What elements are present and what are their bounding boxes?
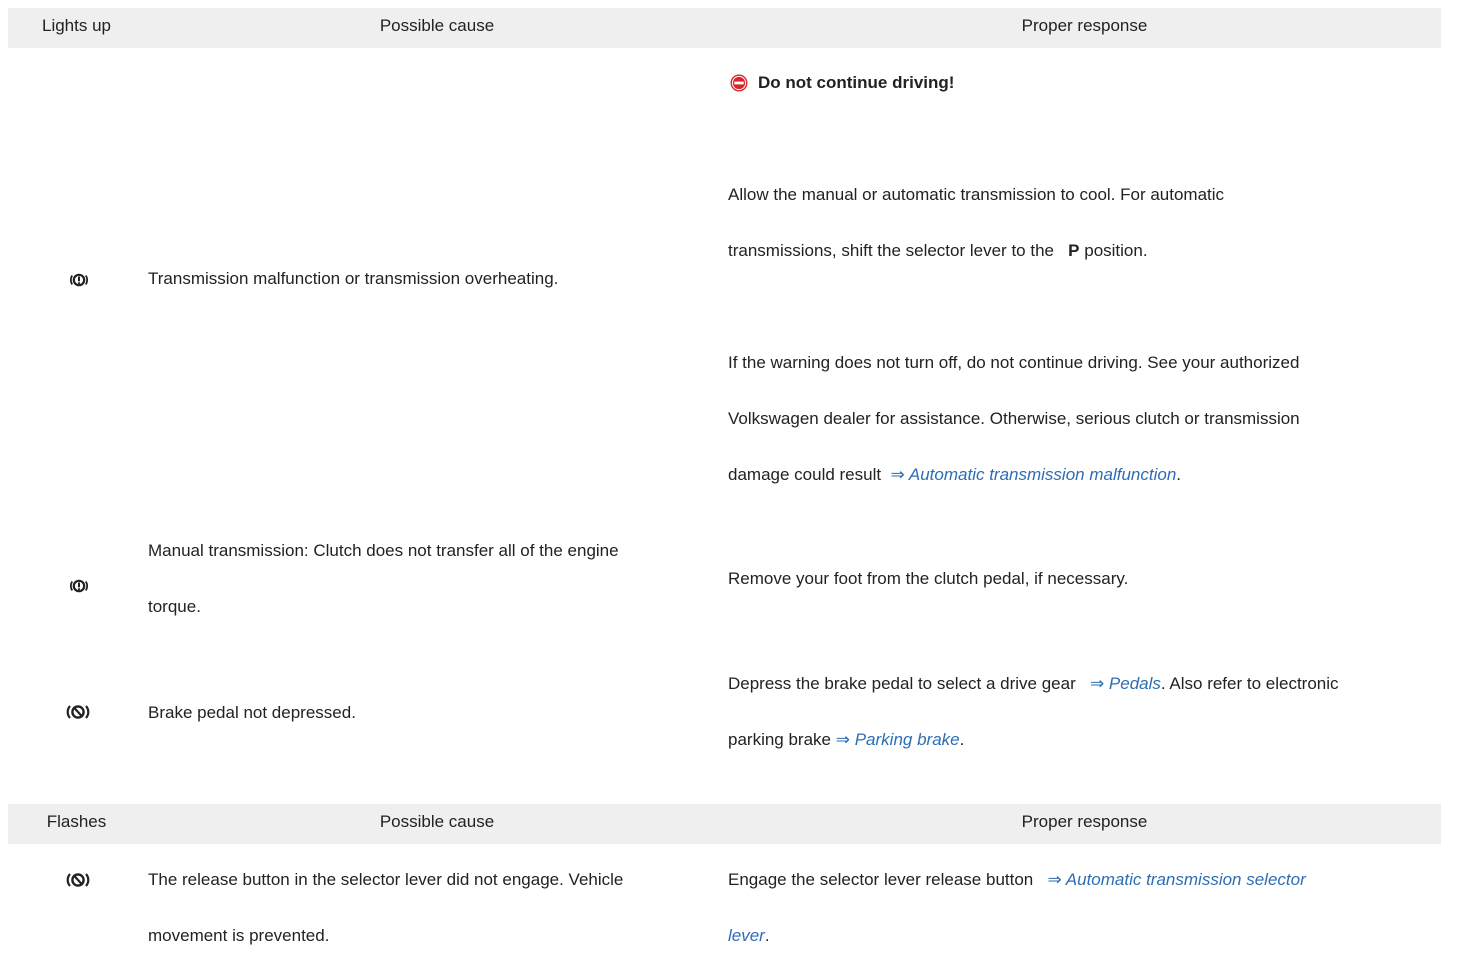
foot-brake-icon [66, 705, 90, 719]
row1-response-b-line2: Volkswagen dealer for assistance. Otherw… [728, 409, 1300, 428]
row1-cause: Transmission malfunction or transmission… [148, 269, 559, 288]
row1-response-a-line2: transmissions, shift the selector lever … [728, 241, 1148, 260]
link-automatic-transmission-malfunction[interactable]: ⇒ Automatic transmission malfunction [891, 465, 1177, 484]
header-possible-cause: Possible cause [379, 16, 495, 35]
t2-row1-response-line2: lever. [728, 926, 770, 945]
t2-row1-cause-line1: The release button in the selector lever… [148, 870, 624, 889]
link-pedals[interactable]: ⇒ Pedals [1090, 674, 1161, 693]
header-lights-up: Lights up [42, 16, 111, 35]
t2-row1-response-line1: Engage the selector lever release button… [728, 870, 1306, 889]
row1-response-b-line3: damage could result ⇒ Automatic transmis… [728, 465, 1182, 484]
header-flashes: Flashes [46, 812, 107, 831]
row2-cause-line1: Manual transmission: Clutch does not tra… [148, 541, 619, 560]
row1-response-a-line1: Allow the manual or automatic transmissi… [728, 185, 1225, 204]
header-proper-response: Proper response [1021, 16, 1148, 35]
t2-row1-cause-line2: movement is prevented. [148, 926, 330, 945]
row1-warning: Do not continue driving! [758, 73, 955, 92]
link-automatic-transmission-selector-lever[interactable]: ⇒ Automatic transmission selector [1047, 870, 1305, 889]
link-selector-lever-continued[interactable]: lever [728, 926, 765, 945]
link-parking-brake[interactable]: ⇒ Parking brake [836, 730, 960, 749]
selector-position-p: P [1068, 241, 1080, 260]
transmission-warning-icon [69, 273, 89, 287]
row3-response-line2: parking brake ⇒ Parking brake. [728, 730, 965, 749]
header-possible-cause-2: Possible cause [379, 812, 495, 831]
table-header-lights-up: Lights up Possible cause Proper response [8, 8, 1441, 48]
stop-icon [730, 74, 748, 92]
row2-cause-line2: torque. [148, 597, 201, 616]
row3-cause: Brake pedal not depressed. [148, 703, 356, 722]
header-proper-response-2: Proper response [1021, 812, 1148, 831]
row2-response: Remove your foot from the clutch pedal, … [728, 569, 1129, 588]
transmission-warning-icon [69, 579, 89, 593]
table-header-flashes: Flashes Possible cause Proper response [8, 804, 1441, 844]
row3-response-line1: Depress the brake pedal to select a driv… [728, 674, 1339, 693]
row1-response-b-line1: If the warning does not turn off, do not… [728, 353, 1300, 372]
foot-brake-icon [66, 873, 90, 887]
